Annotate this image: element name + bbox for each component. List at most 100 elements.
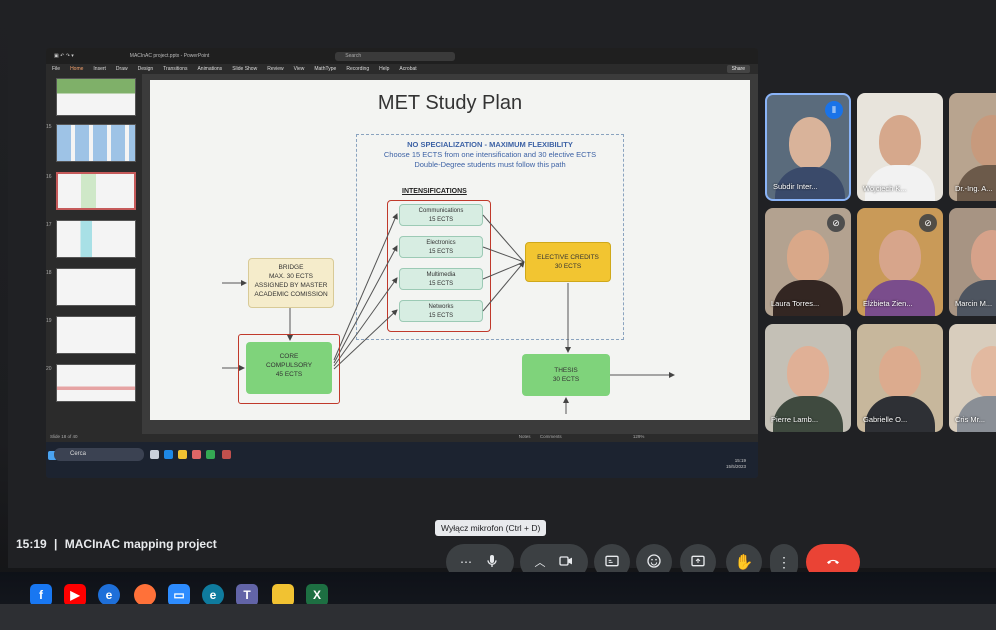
participant-video bbox=[971, 115, 996, 167]
bridge-node: BRIDGE MAX. 30 ECTS ASSIGNED BY MASTER A… bbox=[248, 258, 334, 308]
slide-thumbnail[interactable] bbox=[56, 364, 136, 402]
participant-video bbox=[957, 396, 996, 432]
participant-tile[interactable]: Wojciech K... bbox=[857, 93, 943, 201]
more-audio-options-icon[interactable]: ⋯ bbox=[460, 555, 472, 569]
participant-tile[interactable]: ⦀ Subdir Inter... bbox=[765, 93, 851, 201]
bridge-line: ASSIGNED BY MASTER bbox=[254, 282, 328, 289]
ppt-status-bar: Slide 18 of 40 Notes Comments 129% bbox=[46, 434, 758, 442]
participant-video bbox=[957, 280, 996, 316]
speaking-indicator-icon: ⦀ bbox=[825, 101, 843, 119]
ppt-search-box[interactable]: Search bbox=[335, 51, 456, 61]
comments-button[interactable]: Comments bbox=[540, 434, 562, 439]
participant-name: Gabrielle O... bbox=[863, 415, 908, 424]
task-view-icon[interactable] bbox=[150, 450, 159, 459]
hand-icon: ✋ bbox=[734, 554, 754, 571]
ribbon-tab-home[interactable]: Home bbox=[70, 66, 83, 72]
meeting-title: MACInAC mapping project bbox=[64, 537, 217, 551]
slide-thumbnail[interactable] bbox=[56, 268, 136, 306]
remote-taskbar-search[interactable]: Cerca bbox=[54, 448, 144, 461]
meeting-time: 15:19 bbox=[16, 537, 47, 551]
slide-thumbnail[interactable] bbox=[56, 78, 136, 116]
participant-name: Laura Torres... bbox=[771, 299, 820, 308]
notes-button[interactable]: Notes bbox=[519, 434, 531, 439]
participant-tile[interactable]: ⊘ Marcin M... bbox=[949, 208, 996, 316]
ribbon-tab-design[interactable]: Design bbox=[138, 66, 154, 72]
ribbon-tab-slideshow[interactable]: Slide Show bbox=[232, 66, 257, 72]
participant-tile[interactable]: Dr.-Ing. A... bbox=[949, 93, 996, 201]
ribbon-tab-acrobat[interactable]: Acrobat bbox=[399, 66, 416, 72]
mic-tooltip: Wyłącz mikrofon (Ctrl + D) bbox=[435, 520, 547, 536]
clock-date: 15/5/2023 bbox=[725, 464, 746, 469]
participant-tile[interactable]: ⊘ Laura Torres... bbox=[765, 208, 851, 316]
slide-thumbnail[interactable] bbox=[56, 220, 136, 258]
teams-icon[interactable]: T bbox=[236, 584, 258, 606]
ribbon-tab-help[interactable]: Help bbox=[379, 66, 389, 72]
elective-line: ELECTIVE CREDITS bbox=[537, 254, 599, 261]
participant-video bbox=[865, 396, 935, 432]
youtube-icon[interactable]: ▶ bbox=[64, 584, 86, 606]
thumb-number: 16 bbox=[46, 174, 52, 180]
participant-tile[interactable]: ⊘ Elżbieta Zien... bbox=[857, 208, 943, 316]
camera-icon[interactable] bbox=[558, 553, 574, 572]
file-explorer-icon[interactable] bbox=[178, 450, 187, 459]
participant-tile[interactable]: Cris Mr... bbox=[949, 324, 996, 432]
ribbon-tab-animations[interactable]: Animations bbox=[197, 66, 222, 72]
participant-name: Elżbieta Zien... bbox=[863, 299, 913, 308]
participant-video bbox=[879, 115, 921, 167]
monitor-bezel bbox=[0, 604, 996, 630]
thumb-number: 20 bbox=[46, 366, 52, 372]
participant-name: Cris Mr... bbox=[955, 415, 985, 424]
firefox-icon[interactable] bbox=[134, 584, 156, 606]
share-button[interactable]: Share bbox=[726, 65, 750, 73]
excel-icon[interactable]: X bbox=[306, 584, 328, 606]
core-node: CORE COMPULSORY 45 ECTS bbox=[246, 342, 332, 394]
facebook-icon[interactable]: f bbox=[30, 584, 52, 606]
participant-video bbox=[879, 230, 921, 282]
emoji-icon bbox=[646, 553, 662, 572]
ribbon-tab-review[interactable]: Review bbox=[267, 66, 283, 72]
slide-counter: Slide 18 of 40 bbox=[50, 434, 78, 439]
ribbon-tab-mathtype[interactable]: MathType bbox=[314, 66, 336, 72]
hang-up-icon bbox=[825, 553, 841, 572]
bridge-line: ACADEMIC COMISSION bbox=[254, 291, 328, 298]
present-icon bbox=[690, 553, 706, 572]
ppt-quick-access[interactable]: ▣ ↶ ↷ ▾ bbox=[54, 53, 74, 59]
participant-name: Marcin M... bbox=[955, 299, 993, 308]
ribbon-tab-draw[interactable]: Draw bbox=[116, 66, 128, 72]
ribbon-tab-insert[interactable]: Insert bbox=[93, 66, 106, 72]
microphone-icon[interactable] bbox=[484, 553, 500, 572]
ribbon-tab-view[interactable]: View bbox=[294, 66, 305, 72]
remote-clock: 15:19 15/5/2023 bbox=[726, 458, 746, 470]
zoom-icon[interactable]: ▭ bbox=[168, 584, 190, 606]
zoom-level[interactable]: 129% bbox=[633, 434, 645, 439]
ribbon-tab-file[interactable]: File bbox=[52, 66, 60, 72]
internet-explorer-icon[interactable]: e bbox=[98, 584, 120, 606]
core-line: COMPULSORY bbox=[265, 362, 313, 369]
participant-tile[interactable]: Gabrielle O... bbox=[857, 324, 943, 432]
participant-video bbox=[957, 165, 996, 201]
meeting-separator: | bbox=[54, 537, 58, 551]
participant-tile[interactable]: Pierre Lamb... bbox=[765, 324, 851, 432]
more-vertical-icon: ⋮ bbox=[777, 553, 791, 570]
edge-icon[interactable] bbox=[164, 450, 173, 459]
ribbon-tab-transitions[interactable]: Transitions bbox=[163, 66, 187, 72]
slide-thumbnail-current[interactable] bbox=[56, 172, 136, 210]
edge-icon[interactable]: e bbox=[202, 584, 224, 606]
participant-video bbox=[789, 117, 831, 169]
slide-canvas: MET Study Plan NO SPECIALIZATION - MAXIM… bbox=[150, 80, 750, 420]
participant-video bbox=[971, 230, 996, 282]
app-icon[interactable] bbox=[192, 450, 201, 459]
participant-video bbox=[773, 280, 843, 316]
chrome-icon[interactable] bbox=[206, 450, 215, 459]
slide-thumbnail[interactable] bbox=[56, 124, 136, 162]
file-explorer-icon[interactable] bbox=[272, 584, 294, 606]
meeting-details: 15:19 | MACInAC mapping project bbox=[16, 537, 217, 551]
powerpoint-icon[interactable] bbox=[222, 450, 231, 459]
thumb-number: 18 bbox=[46, 270, 52, 276]
chevron-up-icon[interactable]: ︿ bbox=[535, 554, 546, 570]
participant-video bbox=[787, 346, 829, 398]
thumb-number: 17 bbox=[46, 222, 52, 228]
ribbon-tab-recording[interactable]: Recording bbox=[346, 66, 369, 72]
slide-thumbnail[interactable] bbox=[56, 316, 136, 354]
remote-taskbar: Cerca 15:19 15/5/2023 bbox=[46, 442, 758, 478]
